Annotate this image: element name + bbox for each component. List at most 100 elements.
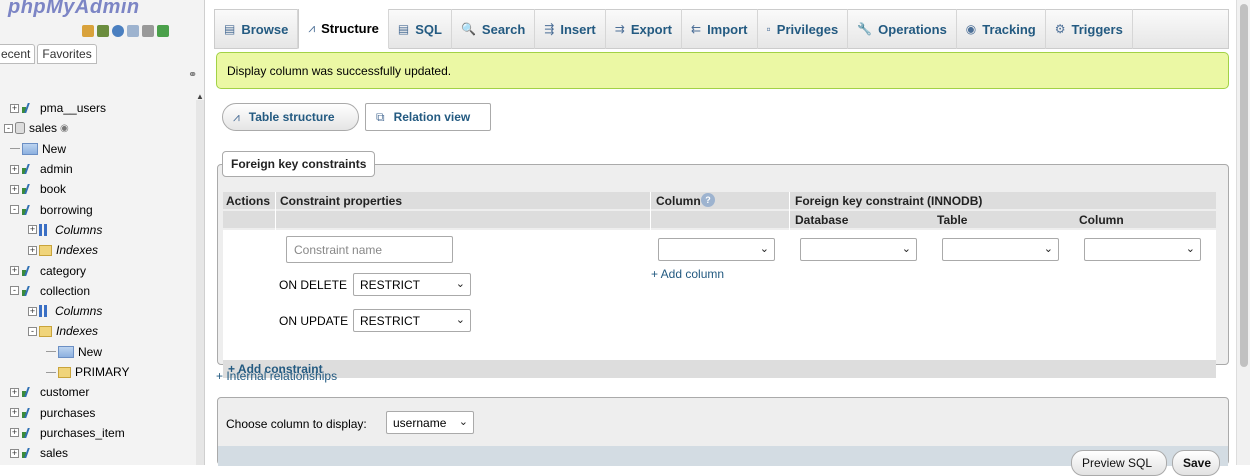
display-column-fieldset: Choose column to display: username ⌄ Pre… — [217, 397, 1229, 476]
tree-item-label: Indexes — [56, 324, 99, 339]
collapse-icon[interactable]: - — [10, 205, 19, 215]
tab-export[interactable]: ⇉ Export — [606, 9, 682, 49]
tree-connector — [10, 148, 20, 150]
header-row-2: Database Table Column — [223, 211, 1216, 228]
expand-icon[interactable]: + — [28, 306, 37, 316]
preview-sql-button[interactable]: Preview SQL — [1071, 450, 1167, 476]
home-icon[interactable] — [82, 25, 94, 37]
expand-icon[interactable]: + — [28, 225, 37, 235]
constraint-row: Constraint name ON DELETE RESTRICT ⌄ ON … — [223, 230, 1216, 360]
tab-label: Import — [707, 21, 748, 37]
tree-item[interactable]: + purchases_item — [0, 423, 195, 443]
tab-structure[interactable]: ⩘ Structure — [298, 9, 389, 49]
expand-icon[interactable]: + — [10, 184, 19, 194]
expand-icon[interactable]: + — [10, 164, 19, 174]
wrench-icon: 🔧 — [857, 22, 873, 36]
help-icon[interactable] — [112, 25, 124, 37]
search-icon: 🔍 — [460, 22, 476, 36]
tree-item[interactable]: + book — [0, 179, 195, 199]
tab-label: Search — [481, 21, 526, 37]
tree-item[interactable]: + Indexes — [0, 240, 195, 260]
expand-icon[interactable]: + — [10, 408, 19, 418]
tab-privileges[interactable]: ▫ Privileges — [758, 9, 849, 49]
privileges-icon: ▫ — [766, 22, 771, 36]
tab-tracking[interactable]: ◉ Tracking — [957, 9, 1046, 49]
relation-icon: ⧉ — [376, 109, 385, 124]
relation-view-button[interactable]: ⧉ Relation view — [365, 103, 491, 131]
tree-item[interactable]: PRIMARY — [0, 362, 195, 382]
reload-icon[interactable] — [157, 25, 169, 37]
expand-icon[interactable]: + — [10, 428, 19, 438]
tree-item-label: purchases_item — [40, 425, 125, 440]
internal-relationships-link[interactable]: + Internal relationships — [216, 369, 337, 383]
tree-item[interactable]: - collection — [0, 281, 195, 301]
on-delete-select[interactable]: RESTRICT ⌄ — [353, 273, 471, 296]
tree-item[interactable]: New — [0, 139, 195, 159]
settings-icon[interactable] — [142, 25, 154, 37]
table-structure-button[interactable]: ⩘ Table structure — [222, 103, 359, 131]
scrollbar-thumb[interactable] — [1240, 4, 1248, 367]
tree-item[interactable]: + customer — [0, 382, 195, 402]
tree-item[interactable]: + sales — [0, 443, 195, 463]
tree-item[interactable]: + Columns — [0, 301, 195, 321]
tab-search[interactable]: 🔍 Search — [452, 9, 536, 49]
collapse-icon[interactable]: - — [10, 286, 19, 296]
visibility-icon[interactable]: ◉ — [60, 123, 69, 134]
tab-label: Browse — [241, 21, 289, 37]
table-select[interactable]: ⌄ — [942, 238, 1059, 261]
save-button[interactable]: Save — [1172, 450, 1220, 476]
tab-recent[interactable]: ecent — [0, 44, 36, 64]
tab-label: Triggers — [1071, 21, 1123, 37]
link-icon[interactable]: ⚭ — [188, 68, 197, 81]
table-structure-label: Table structure — [248, 110, 335, 124]
success-message: Display column was successfully updated. — [216, 52, 1229, 89]
header-actions: Actions — [226, 194, 271, 208]
collapse-icon[interactable]: - — [28, 326, 37, 336]
display-column-select[interactable]: username ⌄ — [386, 411, 474, 434]
tab-browse[interactable]: ▤ Browse — [215, 9, 299, 49]
logo[interactable]: phpMyAdmin — [0, 0, 204, 22]
expand-icon[interactable]: + — [28, 245, 37, 255]
tab-triggers[interactable]: ⚙ Triggers — [1046, 9, 1133, 49]
tab-import[interactable]: ⇇ Import — [682, 9, 758, 49]
expand-icon[interactable]: + — [10, 266, 19, 276]
tree-item[interactable]: + Columns — [0, 220, 195, 240]
structure-icon: ⩘ — [308, 21, 316, 35]
tree-item-label: Columns — [55, 222, 103, 237]
collapse-icon[interactable]: - — [4, 123, 13, 133]
database-select[interactable]: ⌄ — [800, 238, 917, 261]
tree-item[interactable]: - Indexes — [0, 321, 195, 341]
main-content: ▤ Browse ⩘ Structure ▤ SQL 🔍 Search ⇶ Insert ⇉ Expo… — [214, 0, 1232, 476]
table-icon — [21, 407, 35, 419]
tab-favorites[interactable]: Favorites — [37, 44, 97, 64]
expand-icon[interactable]: + — [10, 448, 19, 458]
tree-item[interactable]: - borrowing — [0, 199, 195, 219]
tab-operations[interactable]: 🔧 Operations — [848, 9, 957, 49]
tree-item[interactable]: + category — [0, 260, 195, 280]
tree-item[interactable]: New — [0, 342, 195, 362]
column-select[interactable]: ⌄ — [658, 238, 775, 261]
docs-icon[interactable] — [127, 25, 139, 37]
tree-item-label: borrowing — [40, 202, 93, 217]
expand-icon[interactable]: + — [10, 103, 19, 113]
tab-sql[interactable]: ▤ SQL — [389, 9, 452, 49]
tree-item[interactable]: - sales ◉ — [0, 118, 195, 138]
add-column-link[interactable]: + Add column — [651, 267, 724, 281]
expand-icon[interactable]: + — [10, 387, 19, 397]
tab-label: Privileges — [776, 21, 839, 37]
ref-column-select[interactable]: ⌄ — [1084, 238, 1201, 261]
page-scrollbar[interactable] — [1236, 0, 1250, 465]
eye-icon: ◉ — [965, 22, 977, 36]
columns-icon — [39, 305, 51, 318]
logout-icon[interactable] — [97, 25, 109, 37]
tab-insert[interactable]: ⇶ Insert — [535, 9, 606, 49]
tree-item[interactable]: + pma__users — [0, 98, 195, 118]
tree-item[interactable]: + admin — [0, 159, 195, 179]
help-icon[interactable]: ? — [701, 193, 715, 207]
nav-scrollbar[interactable] — [196, 100, 204, 465]
scroll-up-arrow-icon[interactable]: ▲ — [196, 92, 204, 101]
tree-item[interactable]: + purchases — [0, 402, 195, 422]
constraint-name-input[interactable]: Constraint name — [286, 236, 453, 263]
on-delete-label: ON DELETE — [279, 278, 348, 292]
on-update-select[interactable]: RESTRICT ⌄ — [353, 309, 471, 332]
